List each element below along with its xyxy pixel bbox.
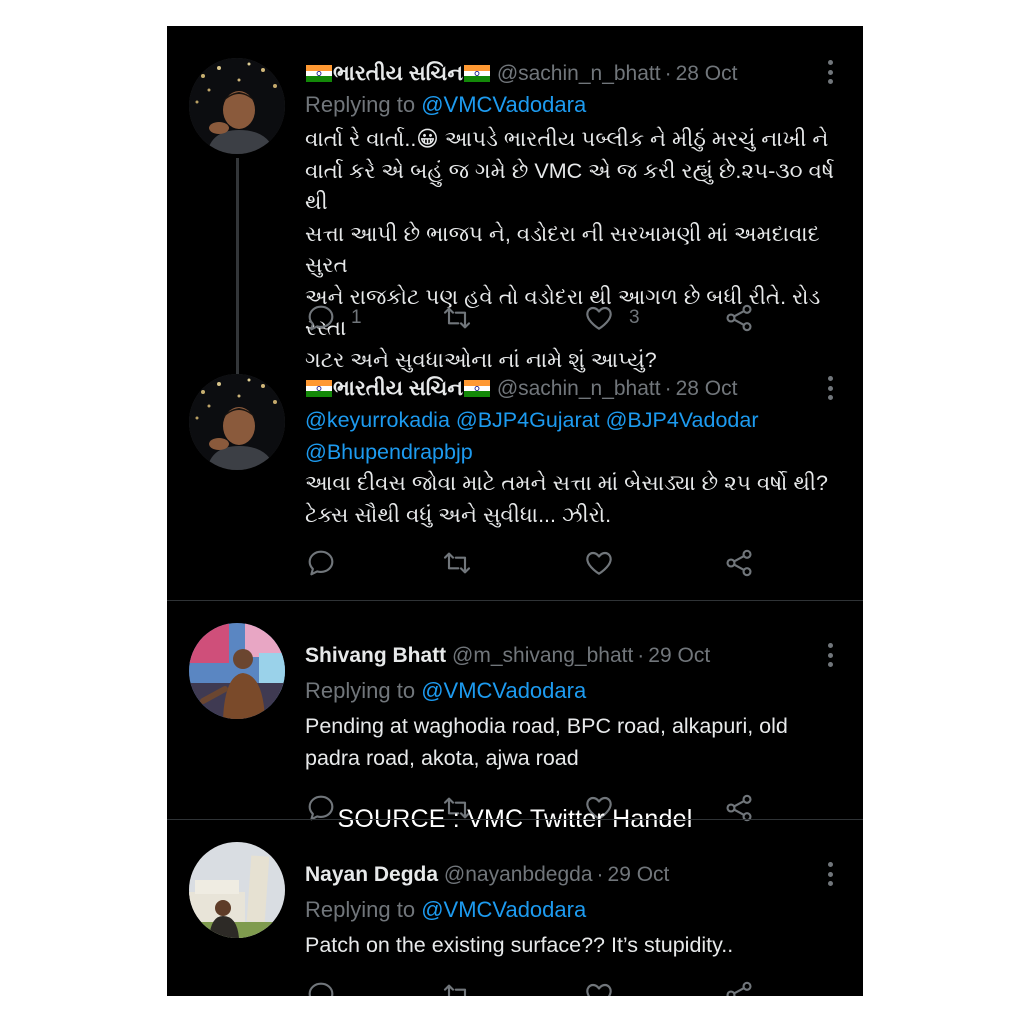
avatar[interactable] xyxy=(189,58,285,154)
user-handle[interactable]: @sachin_n_bhatt xyxy=(497,62,661,85)
tweet[interactable]: Nayan Degda @nayanbdegda · 29 Oct Replying… xyxy=(167,820,863,996)
india-flag-icon xyxy=(463,380,490,397)
tweet[interactable]: Shivang Bhatt @m_shivang_bhatt · 29 Oct Re… xyxy=(167,601,863,822)
separator-dot: · xyxy=(664,62,672,85)
like-button[interactable]: 3 xyxy=(583,302,640,334)
retweet-button[interactable] xyxy=(441,979,473,996)
india-flag-icon xyxy=(306,65,332,82)
heart-icon xyxy=(586,306,612,330)
like-button[interactable] xyxy=(583,979,615,996)
heart-icon xyxy=(586,983,612,996)
avatar[interactable] xyxy=(189,374,285,470)
tweet-text: Pending at waghodia road, BPC road, alka… xyxy=(305,711,835,774)
reply-count: 1 xyxy=(351,307,362,328)
thread-line xyxy=(236,158,239,371)
heart-icon xyxy=(586,551,612,575)
user-handle[interactable]: @sachin_n_bhatt xyxy=(497,377,661,400)
retweet-icon xyxy=(443,984,467,996)
share-button[interactable] xyxy=(723,302,755,334)
avatar[interactable] xyxy=(189,842,285,938)
replying-to: Replying to @VMCVadodara xyxy=(305,89,835,121)
share-button[interactable] xyxy=(723,547,755,579)
more-options-icon[interactable] xyxy=(827,862,833,886)
reply-button[interactable] xyxy=(305,979,337,996)
display-name[interactable]: Nayan Degda xyxy=(305,863,438,886)
tweet-text-line: ટેક્સ સૌથી વધું અને સુવીધા... ઝીરો. xyxy=(305,502,612,527)
thread-line xyxy=(236,356,239,374)
tweet-text: વાર્તા રે વાર્તા..😀 આપડે ભારતીય પબ્લીક ન… xyxy=(305,124,835,376)
tweet-date[interactable]: 29 Oct xyxy=(608,863,670,886)
share-icon xyxy=(726,304,752,332)
tweet[interactable]: ભારતીય સચિન @sachin_n_bhatt · 28 Oct @keyu… xyxy=(167,356,863,600)
share-icon xyxy=(726,549,752,577)
mention-link[interactable]: @Bhupendrapbjp xyxy=(305,437,835,469)
reply-button[interactable] xyxy=(305,547,337,579)
more-options-icon[interactable] xyxy=(827,60,833,84)
tweet-text-line: padra road, akota, ajwa road xyxy=(305,745,579,770)
tweet-text-line: વાર્તા રે વાર્તા..😀 આપડે ભારતીય પબ્લીક ન… xyxy=(305,127,829,151)
replying-label: Replying to xyxy=(305,678,416,703)
retweet-button[interactable] xyxy=(441,302,487,334)
replying-to: Replying to @VMCVadodara xyxy=(305,675,835,707)
tweet[interactable]: ભારતીય સચિન @sachin_n_bhatt · 28 Oct Reply… xyxy=(167,26,863,372)
tweet-text-line: Patch on the existing surface?? It’s stu… xyxy=(305,933,734,957)
mention-link[interactable]: @VMCVadodara xyxy=(421,678,586,703)
india-flag-icon xyxy=(306,380,332,397)
reply-icon xyxy=(308,550,334,576)
user-handle[interactable]: @m_shivang_bhatt xyxy=(452,644,633,667)
mention-links[interactable]: @keyurrokadia @BJP4Gujarat @BJP4Vadodar xyxy=(305,405,835,437)
reply-icon xyxy=(308,982,334,996)
avatar[interactable] xyxy=(189,623,285,719)
reply-button[interactable]: 1 xyxy=(305,302,362,334)
more-options-icon[interactable] xyxy=(827,376,833,400)
mention-link[interactable]: @VMCVadodara xyxy=(421,92,586,117)
like-count: 3 xyxy=(629,307,640,328)
retweet-button[interactable] xyxy=(441,547,473,579)
share-icon xyxy=(726,981,752,996)
replying-to: Replying to @VMCVadodara xyxy=(305,894,835,926)
reply-icon xyxy=(308,305,334,331)
twitter-thread-screenshot: ભારતીય સચિન @sachin_n_bhatt · 28 Oct Reply… xyxy=(167,26,863,996)
separator-dot: · xyxy=(664,377,672,400)
user-handle[interactable]: @nayanbdegda xyxy=(444,863,593,886)
tweet-date[interactable]: 28 Oct xyxy=(676,62,738,85)
tweet-text-line: વાર્તા કરે એ બહું જ ગમે છે VMC એ જ કરી ર… xyxy=(305,158,834,215)
tweet-text-line: Pending at waghodia road, BPC road, alka… xyxy=(305,714,788,738)
separator-dot: · xyxy=(637,644,645,667)
display-name[interactable]: ભારતીય સચિન xyxy=(333,377,463,400)
tweet-text-line: સત્તા આપી છે ભાજપ ને, વડોદરા ની સરખામણી … xyxy=(305,221,820,278)
tweet-date[interactable]: 29 Oct xyxy=(648,644,710,667)
replying-label: Replying to xyxy=(305,897,416,922)
share-button[interactable] xyxy=(723,979,755,996)
tweet-text: Patch on the existing surface?? It’s stu… xyxy=(305,930,835,962)
retweet-icon xyxy=(443,307,471,329)
india-flag-icon xyxy=(463,65,490,82)
display-name[interactable]: Shivang Bhatt xyxy=(305,644,446,667)
like-button[interactable] xyxy=(583,547,615,579)
replying-label: Replying to xyxy=(305,92,416,117)
tweet-text: @keyurrokadia @BJP4Gujarat @BJP4Vadodar … xyxy=(305,405,835,531)
more-options-icon[interactable] xyxy=(827,643,833,667)
tweet-date[interactable]: 28 Oct xyxy=(676,377,738,400)
separator-dot: · xyxy=(596,863,604,886)
retweet-icon xyxy=(443,552,471,574)
mention-link[interactable]: @VMCVadodara xyxy=(421,897,586,922)
tweet-text-line: આવા દીવસ જોવા માટે તમને સત્તા માં બેસાડ્… xyxy=(305,471,828,495)
display-name[interactable]: ભારતીય સચિન xyxy=(333,62,463,85)
